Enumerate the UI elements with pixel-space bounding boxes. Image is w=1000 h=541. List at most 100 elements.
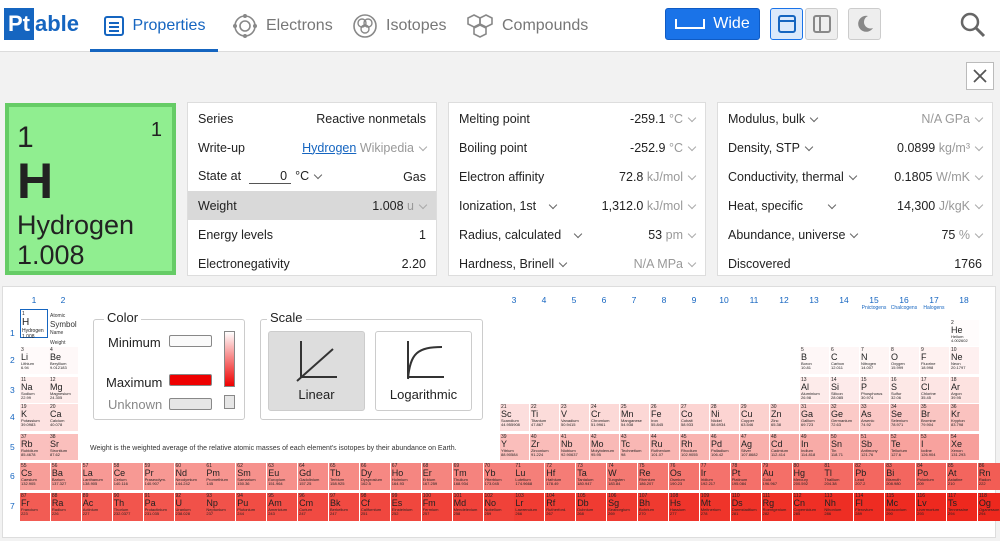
ionization-unit[interactable]: kJ/mol — [647, 199, 683, 213]
element-cell-ba[interactable]: 56 Ba Barium 137.327 — [50, 463, 81, 490]
element-cell-ca[interactable]: 20 Ca Calcium 40.078 — [49, 404, 78, 431]
element-cell-mc[interactable]: 115 Mc Moscovium 290 — [885, 493, 916, 521]
layout-single-button[interactable] — [770, 8, 803, 40]
element-cell-f[interactable]: 9 F Fluorine 18.998 — [920, 347, 949, 374]
element-cell-og[interactable]: 118 Og Oganesson 294 — [977, 493, 1000, 521]
element-cell-sm[interactable]: 62 Sm Samarium 150.36 — [236, 463, 267, 490]
element-cell-rn[interactable]: 86 Rn Radon 222 — [977, 463, 1000, 490]
element-cell-ra[interactable]: 88 Ra Radium 226 — [50, 493, 81, 521]
property-row-conductivity[interactable]: Conductivity, thermal 0.1805 W/mK — [718, 162, 992, 191]
writeup-source-select[interactable]: Wikipedia — [360, 141, 414, 155]
element-cell-rb[interactable]: 37 Rb Rubidium 85.4678 — [20, 434, 49, 460]
property-row-density[interactable]: Density, STP 0.0899 kg/m³ — [718, 133, 992, 162]
element-cell-k[interactable]: 19 K Potassium 39.0983 — [20, 404, 49, 431]
boiling-point-unit[interactable]: °C — [669, 141, 683, 155]
element-cell-te[interactable]: 52 Te Tellurium 127.6 — [890, 434, 919, 460]
element-cell-s[interactable]: 16 S Sulfur 32.06 — [890, 377, 919, 403]
tab-isotopes[interactable]: Isotopes — [352, 0, 446, 52]
electron-affinity-unit[interactable]: kJ/mol — [647, 170, 683, 184]
property-row-abundance[interactable]: Abundance, universe 75 % — [718, 220, 992, 249]
density-select[interactable]: Density, STP — [728, 141, 814, 155]
weight-unit[interactable]: u — [407, 199, 414, 213]
heat-unit[interactable]: J/kgK — [939, 199, 970, 213]
ionization-select[interactable]: Ionization, 1st — [459, 199, 558, 213]
element-cell-fl[interactable]: 114 Fl Flerovium 289 — [854, 493, 885, 521]
group-number[interactable]: 13 — [800, 295, 828, 305]
element-cell-md[interactable]: 101 Md Mendelevium 258 — [452, 493, 483, 521]
melting-point-unit[interactable]: °C — [669, 112, 683, 126]
element-cell-al[interactable]: 13 Al Aluminium 26.98 — [800, 377, 829, 403]
tab-electrons[interactable]: Electrons — [232, 0, 333, 52]
element-cell-i[interactable]: 53 I Iodine 126.904 — [920, 434, 949, 460]
element-cell-pb[interactable]: 82 Pb Lead 207.2 — [854, 463, 885, 490]
element-cell-co[interactable]: 27 Co Cobalt 58.933 — [680, 404, 709, 431]
element-cell-ga[interactable]: 31 Ga Gallium 69.723 — [800, 404, 829, 431]
element-cell-db[interactable]: 105 Db Dubnium 268 — [576, 493, 607, 521]
element-cell-ti[interactable]: 22 Ti Titanium 47.867 — [530, 404, 559, 431]
element-cell-cs[interactable]: 55 Cs Caesium 132.905 — [20, 463, 50, 490]
element-cell-pm[interactable]: 61 Pm Promethium 145 — [205, 463, 236, 490]
element-cell-na[interactable]: 11 Na Sodium 22.99 — [20, 377, 49, 403]
layout-split-button[interactable] — [805, 8, 838, 40]
group-number[interactable]: 8 — [650, 295, 678, 305]
property-row-boiling-point[interactable]: Boiling point -252.9 °C — [449, 133, 705, 162]
element-cell-mo[interactable]: 42 Mo Molybdenum 95.95 — [590, 434, 619, 460]
property-row-hardness[interactable]: Hardness, Brinell N/A MPa — [449, 249, 705, 278]
element-cell-dy[interactable]: 66 Dy Dysprosium 162.5 — [359, 463, 390, 490]
element-cell-w[interactable]: 74 W Tungsten 183.84 — [607, 463, 638, 490]
element-cell-mg[interactable]: 12 Mg Magnesium 24.305 — [49, 377, 78, 403]
search-button[interactable] — [958, 10, 988, 40]
element-cell-er[interactable]: 68 Er Erbium 167.259 — [421, 463, 452, 490]
element-cell-ge[interactable]: 32 Ge Germanium 72.63 — [830, 404, 859, 431]
period-number[interactable]: 3 — [10, 385, 15, 395]
group-number[interactable]: 2 — [49, 295, 77, 305]
element-cell-th[interactable]: 90 Th Thorium 232.0377 — [112, 493, 143, 521]
conductivity-unit[interactable]: W/mK — [936, 170, 970, 184]
element-cell-po[interactable]: 84 Po Polonium 209 — [916, 463, 947, 490]
element-cell-fr[interactable]: 87 Fr Francium 223 — [20, 493, 50, 521]
group-number[interactable]: 1 — [20, 295, 48, 305]
element-cell-ir[interactable]: 77 Ir Iridium 192.217 — [699, 463, 730, 490]
element-cell-pd[interactable]: 46 Pd Palladium 106.42 — [710, 434, 739, 460]
element-cell-tc[interactable]: 43 Tc Technetium 98 — [620, 434, 649, 460]
element-cell-bh[interactable]: 107 Bh Bohrium 270 — [638, 493, 668, 521]
element-cell-re[interactable]: 75 Re Rhenium 186.207 — [638, 463, 668, 490]
element-cell-sg[interactable]: 106 Sg Seaborgium 269 — [607, 493, 638, 521]
element-cell-n[interactable]: 7 N Nitrogen 14.007 — [860, 347, 889, 374]
ptable-logo[interactable]: Pt able — [4, 8, 79, 40]
element-cell-yb[interactable]: 70 Yb Ytterbium 173.045 — [483, 463, 514, 490]
element-cell-mt[interactable]: 109 Mt Meitnerium 278 — [699, 493, 730, 521]
element-cell-hg[interactable]: 80 Hg Mercury 200.592 — [792, 463, 823, 490]
group-number[interactable]: 15 — [860, 295, 888, 305]
maximum-color-swatch[interactable] — [169, 374, 212, 386]
element-cell-tl[interactable]: 81 Tl Thallium 204.38 — [823, 463, 854, 490]
element-cell-nd[interactable]: 60 Nd Neodymium 144.242 — [174, 463, 205, 490]
element-cell-cm[interactable]: 96 Cm Curium 247 — [298, 493, 329, 521]
period-number[interactable]: 4 — [10, 412, 15, 422]
property-row-modulus[interactable]: Modulus, bulk N/A GPa — [718, 104, 992, 133]
element-cell-kr[interactable]: 36 Kr Krypton 83.798 — [950, 404, 979, 431]
group-number[interactable]: 4 — [530, 295, 558, 305]
element-cell-he[interactable]: 2 He Helium 4.002602 — [950, 320, 979, 346]
element-cell-cu[interactable]: 29 Cu Copper 63.546 — [740, 404, 769, 431]
radius-unit[interactable]: pm — [666, 228, 683, 242]
property-row-energy-levels[interactable]: Energy levels 1 — [188, 220, 436, 249]
element-cell-in[interactable]: 49 In Indium 114.818 — [800, 434, 829, 460]
state-unit-select[interactable]: °C — [295, 169, 309, 183]
group-number[interactable]: 11 — [740, 295, 768, 305]
linear-scale-button[interactable]: Linear — [268, 331, 365, 411]
element-cell-b[interactable]: 5 B Boron 10.81 — [800, 347, 829, 374]
element-cell-gd[interactable]: 64 Gd Gadolinium 157.25 — [298, 463, 329, 490]
element-cell-pr[interactable]: 59 Pr Praseodym. 140.907 — [143, 463, 174, 490]
element-cell-p[interactable]: 15 P Phosphorus 30.974 — [860, 377, 889, 403]
element-cell-sc[interactable]: 21 Sc Scandium 44.955908 — [500, 404, 529, 431]
element-cell-rg[interactable]: 111 Rg Roentgenium 282 — [761, 493, 792, 521]
element-cell-xe[interactable]: 54 Xe Xenon 131.293 — [950, 434, 979, 460]
group-number[interactable]: 3 — [500, 295, 528, 305]
period-number[interactable]: 5 — [10, 442, 15, 452]
element-cell-ds[interactable]: 110 Ds Darmstadtium 281 — [730, 493, 761, 521]
radius-select[interactable]: Radius, calculated — [459, 228, 583, 242]
element-cell-os[interactable]: 76 Os Osmium 190.23 — [668, 463, 699, 490]
property-row-electronegativity[interactable]: Electronegativity 2.20 — [188, 249, 436, 278]
group-number[interactable]: 10 — [710, 295, 738, 305]
